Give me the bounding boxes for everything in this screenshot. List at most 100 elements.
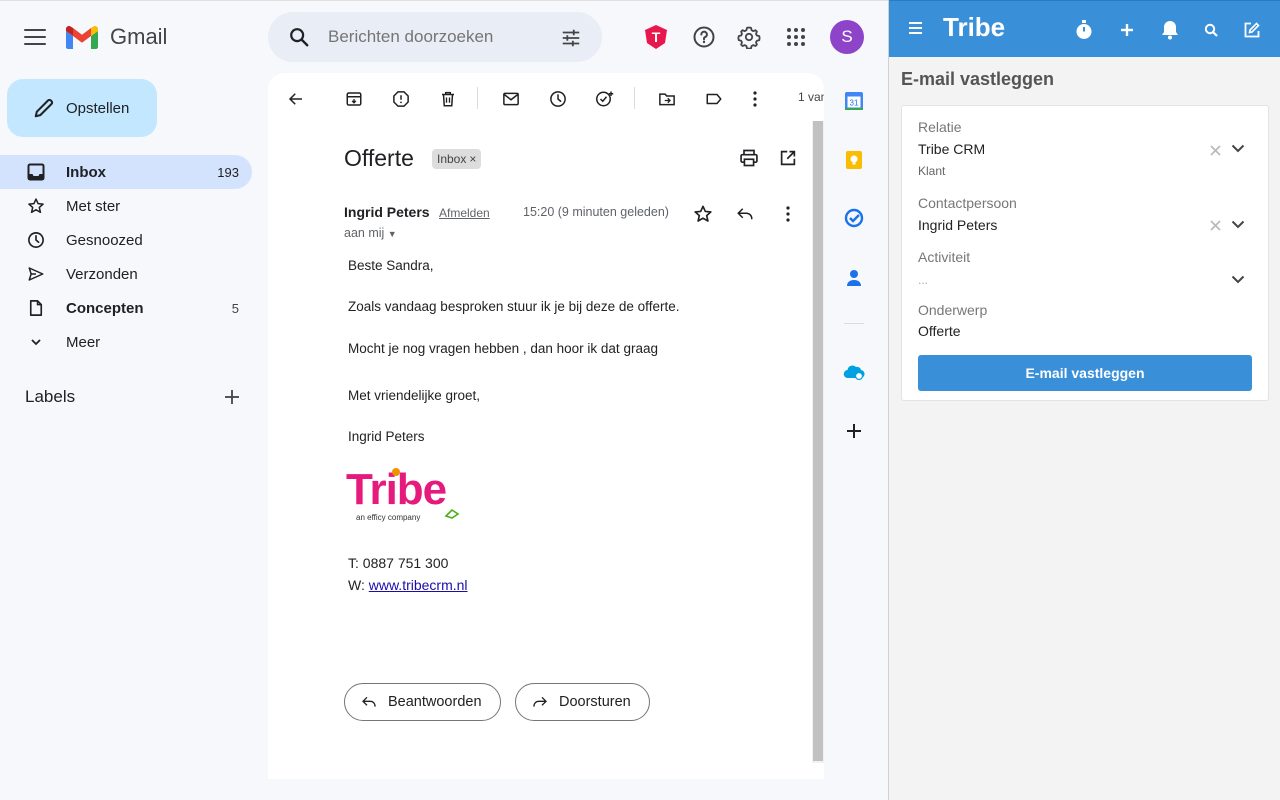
panel-title: E-mail vastleggen bbox=[901, 69, 1055, 89]
search-input[interactable] bbox=[328, 12, 548, 62]
compose-edit-icon[interactable] bbox=[1241, 19, 1263, 41]
pagination-text: 1 van bbox=[798, 90, 824, 104]
label-tag-icon[interactable] bbox=[702, 87, 726, 111]
main-menu-icon[interactable] bbox=[24, 25, 46, 49]
search-bar[interactable] bbox=[268, 12, 602, 62]
gmail-wordmark: Gmail bbox=[110, 24, 168, 49]
sidebar-item-drafts[interactable]: Concepten 5 bbox=[0, 291, 252, 325]
log-email-button[interactable]: E-mail vastleggen bbox=[918, 355, 1252, 391]
archive-icon[interactable] bbox=[342, 87, 366, 111]
snooze-clock-icon[interactable] bbox=[546, 87, 570, 111]
search-icon[interactable] bbox=[288, 26, 310, 48]
relation-label: Relatie bbox=[918, 119, 962, 135]
reply-label: Beantwoorden bbox=[388, 694, 482, 710]
body-closing: Met vriendelijke groet, bbox=[348, 388, 481, 403]
sidebar-item-label: Meer bbox=[66, 333, 101, 351]
add-plus-icon[interactable] bbox=[1116, 19, 1138, 41]
notifications-bell-icon[interactable] bbox=[1159, 19, 1181, 41]
tasks-icon[interactable] bbox=[842, 206, 866, 230]
pencil-icon bbox=[34, 98, 54, 118]
forward-label: Doorsturen bbox=[559, 694, 631, 710]
move-to-folder-icon[interactable] bbox=[655, 87, 679, 111]
draft-icon bbox=[25, 297, 47, 319]
tribe-crm-panel: Tribe E-mail vastleggen Relatie Tribe CR… bbox=[888, 0, 1280, 800]
salesforce-addon-icon[interactable] bbox=[842, 360, 866, 384]
sidebar-item-snoozed[interactable]: Gesnoozed bbox=[0, 223, 252, 257]
activity-dropdown-chevron-icon[interactable] bbox=[1230, 272, 1246, 286]
back-arrow-icon[interactable] bbox=[284, 87, 308, 111]
account-avatar[interactable]: S bbox=[830, 20, 864, 54]
recipient-label: aan mij bbox=[344, 226, 385, 240]
reply-arrow-icon bbox=[362, 696, 376, 707]
add-to-tasks-icon[interactable] bbox=[593, 87, 617, 111]
logo-dot bbox=[392, 468, 400, 476]
logo-tagline: an efficy company bbox=[356, 513, 420, 522]
add-label-plus-icon[interactable] bbox=[222, 387, 242, 407]
contact-dropdown-chevron-icon[interactable] bbox=[1230, 217, 1246, 231]
contacts-icon[interactable] bbox=[842, 266, 866, 290]
email-log-form: Relatie Tribe CRM Klant Contactpersoon I… bbox=[901, 105, 1269, 401]
contact-clear-icon[interactable] bbox=[1208, 218, 1222, 232]
sidebar-item-label: Verzonden bbox=[66, 265, 138, 283]
activity-label: Activiteit bbox=[918, 249, 971, 265]
open-new-window-icon[interactable] bbox=[776, 146, 800, 170]
activity-placeholder[interactable]: ... bbox=[918, 273, 928, 287]
contact-label: Contactpersoon bbox=[918, 195, 1017, 211]
inbox-label-chip[interactable]: Inbox × bbox=[432, 149, 482, 169]
relation-clear-icon[interactable] bbox=[1208, 143, 1222, 157]
sidebar-item-sent[interactable]: Verzonden bbox=[0, 257, 252, 291]
mark-unread-envelope-icon[interactable] bbox=[499, 87, 523, 111]
reply-button[interactable]: Beantwoorden bbox=[344, 683, 501, 721]
compose-button[interactable]: Opstellen bbox=[7, 79, 157, 137]
sidebar-nav: Inbox 193 Met ster Gesnoozed Verzonden C… bbox=[0, 155, 252, 359]
contact-value[interactable]: Ingrid Peters bbox=[918, 217, 997, 233]
apps-grid-icon[interactable] bbox=[782, 23, 810, 51]
reply-icon[interactable] bbox=[733, 202, 757, 226]
draft-count: 5 bbox=[231, 300, 239, 316]
subject-value[interactable]: Offerte bbox=[918, 323, 961, 339]
subject-label: Onderwerp bbox=[918, 302, 988, 318]
delete-trash-icon[interactable] bbox=[436, 87, 460, 111]
toolbar-divider bbox=[634, 87, 635, 109]
compose-label: Opstellen bbox=[66, 100, 130, 117]
relation-value[interactable]: Tribe CRM bbox=[918, 141, 985, 157]
svg-text:T: T bbox=[652, 29, 661, 45]
tribe-menu-icon[interactable] bbox=[909, 22, 922, 34]
chip-label: Inbox bbox=[437, 152, 467, 166]
help-icon[interactable] bbox=[690, 23, 718, 51]
website-link[interactable]: www.tribecrm.nl bbox=[369, 577, 468, 593]
star-message-icon[interactable] bbox=[691, 202, 715, 226]
screen: Gmail T S Opstellen bbox=[0, 0, 1280, 800]
search-options-icon[interactable] bbox=[560, 27, 582, 49]
gmail-logo-icon[interactable] bbox=[66, 25, 98, 49]
chevron-down-icon bbox=[25, 331, 47, 353]
tribe-extension-icon[interactable]: T bbox=[642, 23, 670, 51]
relation-dropdown-chevron-icon[interactable] bbox=[1230, 141, 1246, 155]
print-icon[interactable] bbox=[737, 146, 761, 170]
tribe-search-icon[interactable] bbox=[1200, 19, 1222, 41]
unsubscribe-link[interactable]: Afmelden bbox=[439, 206, 490, 220]
add-addon-plus-icon[interactable] bbox=[842, 419, 866, 443]
sidebar-item-inbox[interactable]: Inbox 193 bbox=[0, 155, 252, 189]
settings-gear-icon[interactable] bbox=[735, 23, 763, 51]
unread-count: 193 bbox=[217, 164, 239, 180]
sidebar-item-more[interactable]: Meer bbox=[0, 325, 252, 359]
sidebar-item-starred[interactable]: Met ster bbox=[0, 189, 252, 223]
more-vert-icon[interactable] bbox=[743, 87, 767, 111]
side-apps-rail: 31 bbox=[836, 73, 872, 779]
chip-close-icon[interactable]: × bbox=[469, 152, 476, 166]
keep-notes-icon[interactable] bbox=[842, 148, 866, 172]
message-more-vert-icon[interactable] bbox=[776, 202, 800, 226]
calendar-icon[interactable]: 31 bbox=[842, 89, 866, 113]
inbox-icon bbox=[25, 161, 47, 183]
body-line-1: Zoals vandaag besproken stuur ik je bij … bbox=[348, 299, 680, 314]
caret-down-icon: ▼ bbox=[387, 229, 397, 239]
svg-text:31: 31 bbox=[850, 99, 859, 108]
scrollbar-thumb[interactable] bbox=[813, 121, 823, 761]
forward-button[interactable]: Doorsturen bbox=[515, 683, 650, 721]
stopwatch-icon[interactable] bbox=[1073, 19, 1095, 41]
recipient-toggle[interactable]: aan mij ▼ bbox=[344, 226, 397, 240]
clock-icon bbox=[25, 229, 47, 251]
sender-name[interactable]: Ingrid Peters bbox=[344, 204, 430, 220]
report-spam-icon[interactable] bbox=[389, 87, 413, 111]
